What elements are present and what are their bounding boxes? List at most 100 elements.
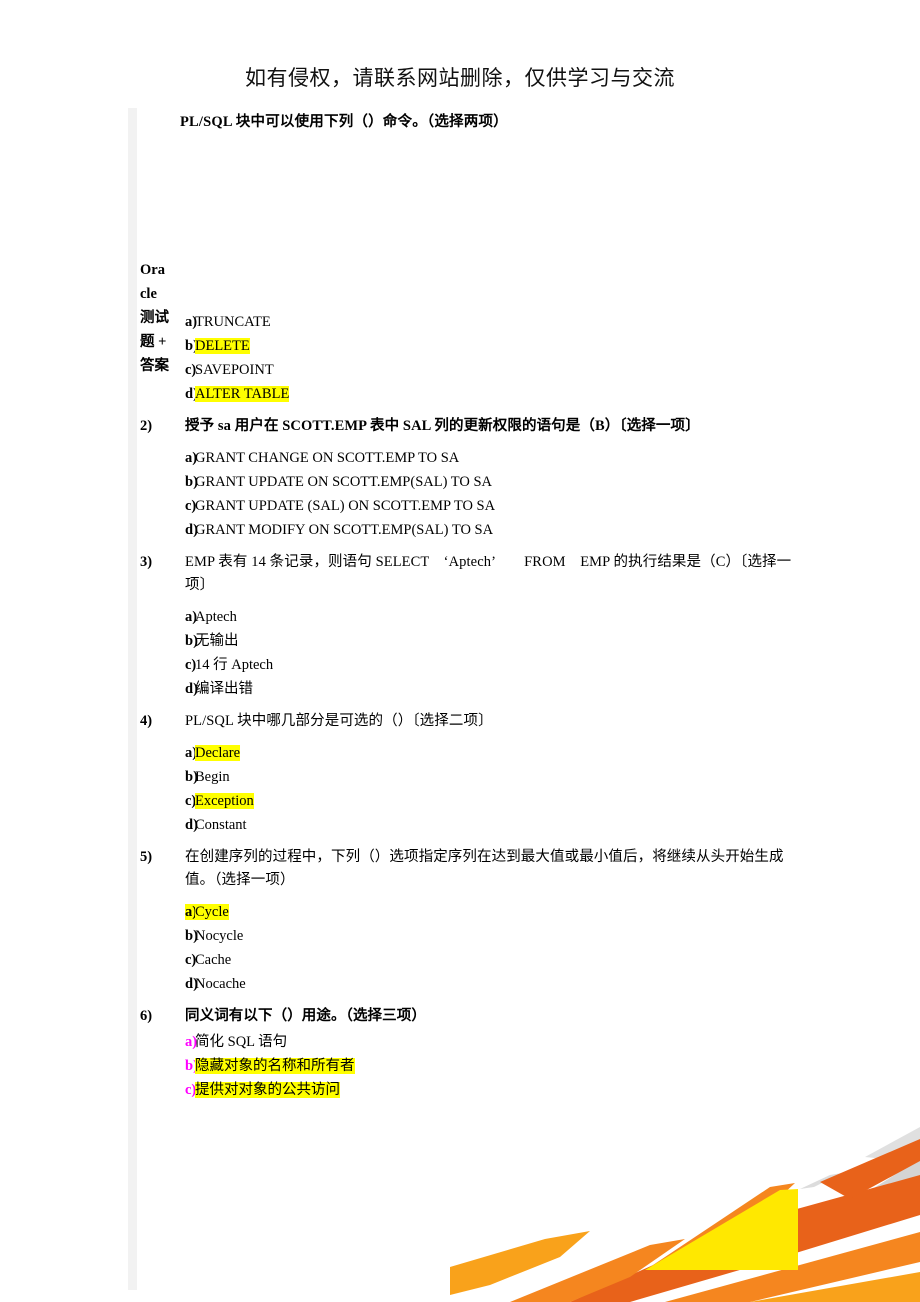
layout-gap-2 [140,260,800,302]
option-letter: c) [185,498,197,514]
decorative-swoosh-graphic [450,1127,920,1302]
question-row: 3) EMP 表有 14 条记录，则语句 SELECT ‘Aptech’ FROM… [140,551,800,597]
option-text-span: DELETE [195,338,250,354]
option-text-span: 简化 SQL 语句 [195,1034,288,1050]
option-row[interactable]: a) Cycle [140,900,800,924]
option-row[interactable]: b) Nocycle [140,924,800,948]
option-text: 14 行 Aptech [195,653,800,677]
option-row[interactable]: d) ALTER TABLE [140,382,800,406]
option-text: 简化 SQL 语句 [195,1030,800,1054]
option-text: Exception [195,789,800,813]
option-row[interactable]: b) DELETE [140,334,800,358]
question-text: 同义词有以下（）用途。（选择三项） [185,1008,426,1024]
option-text: SAVEPOINT [195,358,800,382]
option-row[interactable]: a) Aptech [140,605,800,629]
question-number: 5) [140,849,153,865]
option-row[interactable]: a) Declare [140,741,800,765]
option-text-span: GRANT UPDATE ON SCOTT.EMP(SAL) TO SA [195,474,493,490]
lead-question-text: PL/SQL 块中可以使用下列（）命令。（选择两项） [180,114,508,130]
option-row[interactable]: b) GRANT UPDATE ON SCOTT.EMP(SAL) TO SA [140,470,800,494]
option-letter: d) [185,681,198,697]
option-text: Nocache [195,972,800,996]
decor-orange-stripes [450,1139,920,1302]
option-list: a) TRUNCATE b) DELETE c) SAVEPOINT d) ALTER TAB… [140,310,800,406]
option-text: 编译出错 [195,677,800,701]
option-row[interactable]: a) TRUNCATE [140,310,800,334]
option-text: ALTER TABLE [195,382,800,406]
option-letter: a) [185,450,198,466]
option-row[interactable]: d) 编译出错 [140,677,800,701]
option-text-span: GRANT UPDATE (SAL) ON SCOTT.EMP TO SA [195,498,496,514]
question-block: a) TRUNCATE b) DELETE c) SAVEPOINT d) ALTER TAB… [140,310,800,415]
option-letter: a) [185,745,198,761]
option-row[interactable]: c) 14 行 Aptech [140,653,800,677]
question-text: EMP 表有 14 条记录，则语句 SELECT ‘Aptech’ FROM E… [185,554,792,593]
option-list: a) Aptech b) 无输出 c) 14 行 Aptech d) 编译出错 [140,605,800,701]
option-row[interactable]: a) GRANT CHANGE ON SCOTT.EMP TO SA [140,446,800,470]
option-row[interactable]: c) SAVEPOINT [140,358,800,382]
option-text-span: 14 行 Aptech [195,657,274,673]
option-letter: d) [185,817,198,833]
option-row[interactable]: d) GRANT MODIFY ON SCOTT.EMP(SAL) TO SA [140,518,800,542]
option-text: Aptech [195,605,800,629]
option-text: Constant [195,813,800,837]
option-letter: c) [185,1082,197,1098]
option-row[interactable]: c) 提供对对象的公共访问 [140,1078,800,1102]
question-block: 3) EMP 表有 14 条记录，则语句 SELECT ‘Aptech’ FROM… [140,551,800,710]
option-text: TRUNCATE [195,310,800,334]
option-text-span: Begin [195,769,230,785]
option-text-span: 编译出错 [195,681,253,697]
option-text: Cache [195,948,800,972]
option-text-span: ALTER TABLE [195,386,290,402]
option-text: GRANT CHANGE ON SCOTT.EMP TO SA [195,446,800,470]
option-letter: c) [185,362,197,378]
option-text: Begin [195,765,800,789]
layout-gap [140,132,800,260]
option-row[interactable]: c) GRANT UPDATE (SAL) ON SCOTT.EMP TO SA [140,494,800,518]
option-row[interactable]: a) 简化 SQL 语句 [140,1030,800,1054]
option-text-span: Nocycle [195,928,244,944]
option-text: 无输出 [195,629,800,653]
option-row[interactable]: b) 隐藏对象的名称和所有者 [140,1054,800,1078]
option-text: GRANT UPDATE ON SCOTT.EMP(SAL) TO SA [195,470,800,494]
option-row[interactable]: b) 无输出 [140,629,800,653]
option-letter: b) [185,769,198,785]
option-row[interactable]: c) Cache [140,948,800,972]
option-text: 隐藏对象的名称和所有者 [195,1054,800,1078]
decor-yellow-wedge [645,1189,798,1270]
option-list: a) Declare b) Begin c) Exception d) Constant [140,741,800,837]
question-list: PL/SQL 块中可以使用下列（）命令。（选择两项） a) TRUNCATE b) D… [140,112,800,1111]
option-row[interactable]: b) Begin [140,765,800,789]
option-text: DELETE [195,334,800,358]
copyright-notice: 如有侵权，请联系网站删除，仅供学习与交流 [245,66,675,90]
question-row: 6) 同义词有以下（）用途。（选择三项） [140,1005,800,1028]
question-block: 5) 在创建序列的过程中，下列（）选项指定序列在达到最大值或最小值后，将继续从头开… [140,846,800,1005]
question-text: 在创建序列的过程中，下列（）选项指定序列在达到最大值或最小值后，将继续从头开始生… [185,849,784,888]
question-row: 4) PL/SQL 块中哪几部分是可选的（）〔选择二项〕 [140,710,800,733]
option-text-span: SAVEPOINT [195,362,274,378]
document-page: 如有侵权，请联系网站删除，仅供学习与交流 Ora cle 测试 题 + 答案 P… [0,0,920,1302]
option-letter: b) [185,633,198,649]
option-text-span: Constant [195,817,247,833]
option-letter: b) [185,1058,198,1074]
option-row[interactable]: c) Exception [140,789,800,813]
option-text: GRANT MODIFY ON SCOTT.EMP(SAL) TO SA [195,518,800,542]
option-row[interactable]: d) Constant [140,813,800,837]
option-text-span: 无输出 [195,633,239,649]
option-text-span: Cache [195,952,232,968]
option-text-span: 隐藏对象的名称和所有者 [195,1058,355,1074]
option-letter: d) [185,522,198,538]
question-number: 6) [140,1008,153,1024]
questions-host: a) TRUNCATE b) DELETE c) SAVEPOINT d) ALTER TAB… [140,310,800,1111]
option-text-span: Aptech [195,609,237,625]
option-row[interactable]: d) Nocache [140,972,800,996]
option-list: a) Cycle b) Nocycle c) Cache d) Nocache [140,900,800,996]
option-letter: a) [140,900,198,924]
left-gutter-band [128,108,137,1290]
option-letter: c) [185,793,197,809]
